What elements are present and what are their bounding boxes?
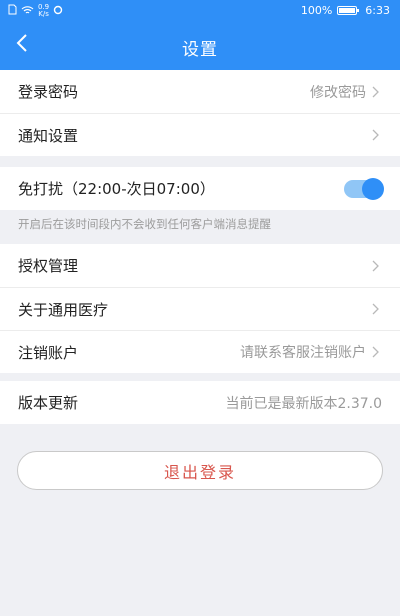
network-speed-unit: K/s [38,10,49,18]
version-update-label: 版本更新 [18,394,79,412]
logout-button[interactable]: 退出登录 [17,451,383,490]
management-group: 授权管理 关于通用医疗 注销账户 请联系客服注销账户 [0,244,400,373]
do-not-disturb-label: 免打扰（22:00-次日07:00） [18,180,215,198]
authorization-row[interactable]: 授权管理 [0,244,400,287]
cancel-account-label: 注销账户 [18,343,79,362]
sync-icon [53,5,63,18]
version-group: 版本更新 当前已是最新版本2.37.0 [0,381,400,424]
page-title: 设置 [182,40,218,60]
notification-settings-row[interactable]: 通知设置 [0,113,400,156]
network-speed: 0.9 K/s [38,4,49,18]
battery-icon [337,6,360,15]
nav-bar: 设置 [0,22,400,68]
do-not-disturb-hint: 开启后在该时间段内不会收到任何客户端消息提醒 [18,217,271,231]
version-update-row[interactable]: 版本更新 当前已是最新版本2.37.0 [0,381,400,424]
battery-percent: 100% [300,4,333,17]
login-password-label: 登录密码 [18,83,79,101]
status-bar: 0.9 K/s 100% 6:33 [0,0,400,22]
notification-settings-label: 通知设置 [18,126,79,145]
cancel-account-value: 请联系客服注销账户 [240,345,366,361]
cancel-account-row[interactable]: 注销账户 请联系客服注销账户 [0,330,400,373]
chevron-right-icon [372,85,382,99]
wifi-icon [21,5,34,18]
do-not-disturb-toggle[interactable] [344,177,384,200]
do-not-disturb-group: 免打扰（22:00-次日07:00） [0,167,400,210]
about-row[interactable]: 关于通用医疗 [0,287,400,330]
chevron-right-icon [372,302,382,316]
clock: 6:33 [365,4,390,17]
login-password-row[interactable]: 登录密码 修改密码 [0,70,400,113]
app-header: 0.9 K/s 100% 6:33 设置 [0,0,400,70]
sim-icon [8,4,17,18]
toggle-knob [362,177,384,200]
login-password-value: 修改密码 [310,84,366,101]
about-label: 关于通用医疗 [18,300,109,319]
chevron-right-icon [372,259,382,273]
version-update-value: 当前已是最新版本2.37.0 [225,395,382,412]
authorization-label: 授权管理 [18,257,79,275]
chevron-right-icon [372,128,382,142]
account-group: 登录密码 修改密码 通知设置 [0,70,400,156]
chevron-right-icon [372,345,382,359]
do-not-disturb-row: 免打扰（22:00-次日07:00） [0,167,400,210]
